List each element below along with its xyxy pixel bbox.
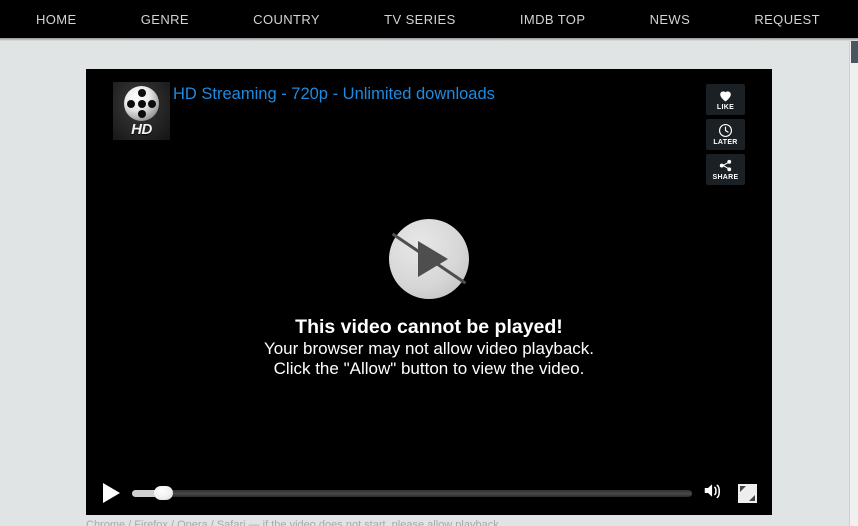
error-headline: This video cannot be played! [295,316,563,338]
player-title-link[interactable]: HD Streaming - 720p - Unlimited download… [173,85,495,104]
footer-cutoff-text: Chrome / Firefox / Opera / Safari — if t… [86,519,772,526]
control-bar-right-group [700,480,760,506]
play-icon [102,483,120,503]
play-button[interactable] [94,476,128,510]
video-player[interactable]: HD HD Streaming - 720p - Unlimited downl… [86,69,772,515]
clock-icon [718,123,734,138]
nav-item-country[interactable]: COUNTRY [253,12,320,27]
page-body: HD HD Streaming - 720p - Unlimited downl… [0,41,858,526]
like-button-label: LIKE [716,103,735,111]
footer-cutoff-text-line: Chrome / Firefox / Opera / Safari — if t… [86,519,499,526]
share-nodes-icon [718,158,734,173]
nav-item-genre[interactable]: GENRE [141,12,189,27]
error-line-3: Click the "Allow" button to view the vid… [273,359,585,378]
reel-hole-right [148,99,156,108]
reel-hole-left [127,99,135,108]
later-button[interactable]: LATER [706,119,745,150]
seek-bar-handle[interactable] [154,486,174,500]
film-reel-icon: HD [113,82,170,140]
like-button[interactable]: LIKE [706,84,745,115]
nav-item-request[interactable]: REQUEST [754,12,820,27]
seek-bar[interactable] [132,476,692,510]
share-button-label: SHARE [712,173,739,181]
nav-item-imdb-top[interactable]: IMDB TOP [520,12,586,27]
fullscreen-corner-top-left [739,485,746,492]
reel-hole-top [137,89,146,97]
fullscreen-button[interactable] [734,480,760,506]
player-header: HD HD Streaming - 720p - Unlimited downl… [86,69,772,185]
player-control-bar [86,471,772,515]
logo-hd-label: HD [131,121,152,138]
volume-button[interactable] [700,480,726,506]
fullscreen-corner-bottom-right [748,494,755,501]
film-reel-graphic [124,86,159,121]
nav-item-news[interactable]: NEWS [650,12,691,27]
play-blocked-icon[interactable] [389,219,469,299]
error-line-2: Your browser may not allow video playbac… [263,339,595,358]
playback-error-overlay: This video cannot be played! Your browse… [86,219,772,379]
share-button[interactable]: SHARE [706,154,745,185]
top-navigation-bar: HOME GENRE COUNTRY TV SERIES IMDB TOP NE… [0,0,858,38]
reel-hole-bottom [137,110,146,118]
later-button-label: LATER [713,138,738,146]
seek-bar-track [132,489,692,497]
reel-hole-center [137,99,146,108]
scrollbar-thumb[interactable] [851,41,858,63]
nav-items-container: HOME GENRE COUNTRY TV SERIES IMDB TOP NE… [0,12,858,27]
volume-high-icon [702,481,724,505]
player-action-buttons: LIKE LATER SHARE [706,84,745,185]
heart-icon [718,88,734,103]
page-scrollbar[interactable] [849,41,858,526]
nav-item-tv-series[interactable]: TV SERIES [384,12,456,27]
fullscreen-icon [737,483,757,503]
nav-item-home[interactable]: HOME [36,12,77,27]
